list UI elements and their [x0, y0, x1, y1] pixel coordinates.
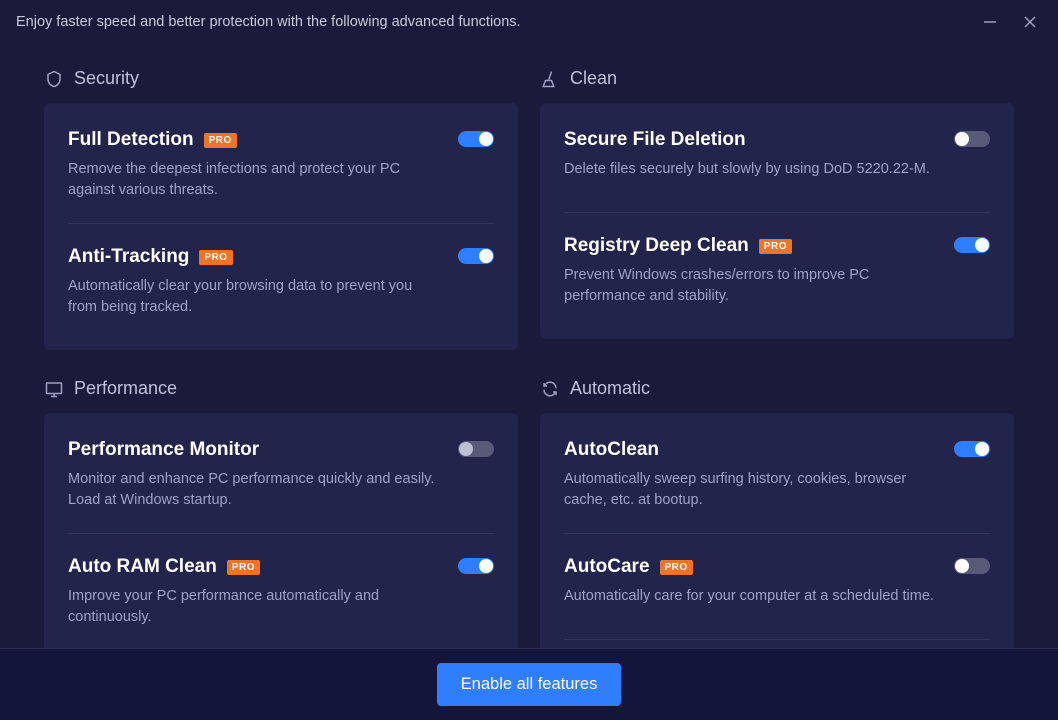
registry-deep-clean-title: Registry Deep Clean — [564, 235, 749, 257]
performance-column: Performance Performance Monitor Monitor … — [44, 368, 518, 648]
anti-tracking-desc: Automatically clear your browsing data t… — [68, 276, 443, 318]
autoclean-title: AutoClean — [564, 439, 659, 461]
setting-performance-monitor: Performance Monitor Monitor and enhance … — [68, 435, 494, 534]
shield-icon — [44, 69, 64, 89]
automatic-card: AutoClean Automatically sweep surfing hi… — [540, 413, 1014, 648]
automatic-column: Automatic AutoClean Automatically sweep … — [540, 368, 1014, 648]
setting-full-detection: Full Detection PRO Remove the deepest in… — [68, 125, 494, 224]
performance-card: Performance Monitor Monitor and enhance … — [44, 413, 518, 648]
clean-title: Clean — [570, 68, 617, 89]
autoclean-toggle[interactable] — [954, 441, 990, 457]
full-detection-title: Full Detection — [68, 129, 194, 151]
secure-file-deletion-desc: Delete files securely but slowly by usin… — [564, 159, 939, 180]
autocare-title: AutoCare — [564, 556, 650, 578]
performance-title: Performance — [74, 378, 177, 399]
pro-badge: PRO — [660, 560, 693, 575]
setting-secure-file-deletion: Secure File Deletion Delete files secure… — [564, 125, 990, 213]
security-header: Security — [44, 58, 518, 103]
security-title: Security — [74, 68, 139, 89]
enable-all-button[interactable]: Enable all features — [437, 663, 622, 706]
titlebar: Enjoy faster speed and better protection… — [0, 0, 1058, 44]
anti-tracking-title: Anti-Tracking — [68, 246, 189, 268]
registry-deep-clean-toggle[interactable] — [954, 237, 990, 253]
setting-autoclean: AutoClean Automatically sweep surfing hi… — [564, 435, 990, 534]
setting-autocare: AutoCare PRO Automatically care for your… — [564, 552, 990, 640]
clean-header: Clean — [540, 58, 1014, 103]
automatic-header: Automatic — [540, 368, 1014, 413]
security-column: Security Full Detection PRO Remove the d… — [44, 58, 518, 350]
performance-monitor-title: Performance Monitor — [68, 439, 259, 461]
autocare-desc: Automatically care for your computer at … — [564, 586, 939, 607]
pro-badge: PRO — [759, 239, 792, 254]
footer: Enable all features — [0, 648, 1058, 720]
performance-header: Performance — [44, 368, 518, 413]
full-detection-desc: Remove the deepest infections and protec… — [68, 159, 443, 201]
setting-auto-ram-clean: Auto RAM Clean PRO Improve your PC perfo… — [68, 552, 494, 648]
titlebar-text: Enjoy faster speed and better protection… — [16, 14, 521, 30]
secure-file-deletion-toggle[interactable] — [954, 131, 990, 147]
pro-badge: PRO — [199, 250, 232, 265]
anti-tracking-toggle[interactable] — [458, 248, 494, 264]
automatic-title: Automatic — [570, 378, 650, 399]
autocare-toggle[interactable] — [954, 558, 990, 574]
minimize-icon[interactable] — [978, 10, 1002, 34]
performance-monitor-toggle[interactable] — [458, 441, 494, 457]
registry-deep-clean-desc: Prevent Windows crashes/errors to improv… — [564, 265, 939, 307]
auto-ram-clean-title: Auto RAM Clean — [68, 556, 217, 578]
close-icon[interactable] — [1018, 10, 1042, 34]
monitor-icon — [44, 379, 64, 399]
refresh-icon — [540, 379, 560, 399]
clean-card: Secure File Deletion Delete files secure… — [540, 103, 1014, 339]
broom-icon — [540, 69, 560, 89]
security-card: Full Detection PRO Remove the deepest in… — [44, 103, 518, 350]
secure-file-deletion-title: Secure File Deletion — [564, 129, 746, 151]
performance-monitor-desc: Monitor and enhance PC performance quick… — [68, 469, 443, 511]
setting-registry-deep-clean: Registry Deep Clean PRO Prevent Windows … — [564, 231, 990, 329]
full-detection-toggle[interactable] — [458, 131, 494, 147]
titlebar-actions — [978, 10, 1042, 34]
settings-scroll-area[interactable]: Security Full Detection PRO Remove the d… — [0, 44, 1058, 648]
auto-ram-clean-desc: Improve your PC performance automaticall… — [68, 586, 443, 628]
pro-badge: PRO — [227, 560, 260, 575]
auto-ram-clean-toggle[interactable] — [458, 558, 494, 574]
pro-badge: PRO — [204, 133, 237, 148]
autoclean-desc: Automatically sweep surfing history, coo… — [564, 469, 939, 511]
clean-column: Clean Secure File Deletion Delete files … — [540, 58, 1014, 350]
setting-anti-tracking: Anti-Tracking PRO Automatically clear yo… — [68, 242, 494, 340]
